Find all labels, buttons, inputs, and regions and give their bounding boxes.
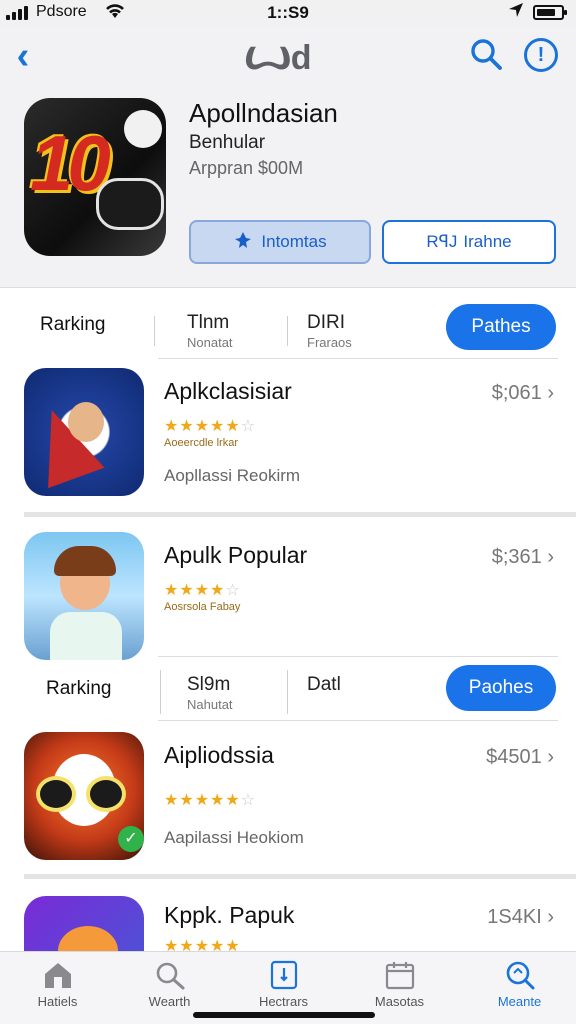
tab-discover[interactable]: Meante	[462, 952, 576, 1024]
list-item[interactable]: Aplkclasisiar ★★★★★☆ Aoeercdle lrkar Aop…	[0, 368, 576, 508]
star-rating: ★★★★★☆	[164, 790, 256, 810]
chevron-right-icon: ›	[547, 746, 554, 768]
tab-label: Wearth	[148, 994, 191, 1009]
list-item[interactable]: Apulk Popular ★★★★☆ Aosrsola Fabay $;361…	[0, 532, 576, 672]
star-rating: ★★★★★☆	[164, 416, 256, 436]
stars-empty: ☆	[225, 582, 241, 599]
install-button-label: Intomtas	[261, 232, 327, 251]
divider	[287, 670, 288, 714]
segment-date[interactable]: Datl	[307, 674, 341, 696]
divider	[287, 316, 288, 346]
back-chevron-icon[interactable]: ‹	[8, 34, 38, 78]
featured-app-subtitle: Benhular	[189, 132, 266, 153]
app-name: Kppk. Papuk	[164, 902, 295, 928]
segment-date-title: DIRI	[307, 312, 345, 333]
segment-time-sub: Nonatat	[187, 335, 233, 350]
divider	[154, 316, 155, 346]
segment-date[interactable]: DIRI Fraraos	[307, 312, 352, 350]
apps-icon	[268, 960, 300, 990]
search-icon	[154, 960, 186, 990]
app-price-value: $4501	[486, 746, 542, 768]
filter-row-bottom: Rarking Sl9m Nahutat Datl Paohes	[0, 656, 576, 724]
app-category: Aosrsola Fabay	[164, 601, 241, 613]
star-rating: ★★★★☆	[164, 580, 241, 600]
share-button-prefix: RꟼJ	[426, 232, 458, 251]
app-price[interactable]: $;061 ›	[492, 382, 554, 405]
featured-app-icon-art: 10	[30, 119, 111, 207]
ranking-label[interactable]: Rarking	[46, 678, 111, 700]
app-price-value: 1S4KI	[487, 906, 542, 928]
share-button[interactable]: RꟼJ Irahne	[382, 220, 556, 264]
battery-icon	[533, 5, 567, 20]
location-icon	[508, 2, 524, 22]
ranking-label[interactable]: Rarking	[40, 314, 105, 336]
star-rating: ★★★★★	[164, 936, 241, 951]
stars-filled: ★★★★★	[164, 792, 241, 809]
divider	[24, 512, 576, 517]
stars-filled: ★★★★★	[164, 418, 241, 435]
divider	[24, 874, 576, 879]
install-button[interactable]: Intomtas	[189, 220, 371, 264]
app-icon	[24, 368, 144, 496]
app-icon: ✓	[24, 732, 144, 860]
app-category: Aoeercdle lrkar	[164, 437, 238, 449]
tab-home[interactable]: Hatiels	[0, 952, 115, 1024]
chevron-right-icon: ›	[547, 546, 554, 568]
list-item[interactable]: ✓ Aipliodssia ★★★★★☆ Aapilassi Heokiom $…	[0, 732, 576, 872]
segment-date-sub: Fraraos	[307, 335, 352, 350]
store-logo: Ꙍd	[244, 39, 312, 77]
segment-time[interactable]: Tlnm Nonatat	[187, 312, 233, 350]
chevron-right-icon: ›	[547, 382, 554, 404]
segment-time-sub: Nahutat	[187, 697, 233, 712]
tab-label: Hectrars	[258, 994, 309, 1009]
stars-filled: ★★★★★	[164, 938, 241, 951]
filter-row-top: Rarking Tlnm Nonatat DIRI Fraraos Pathes	[0, 290, 576, 358]
app-description: Aapilassi Heokiom	[164, 828, 304, 847]
segment-date-title: Datl	[307, 674, 341, 695]
calendar-icon	[384, 960, 416, 990]
tab-label: Meante	[497, 994, 542, 1009]
app-header: ‹ Ꙍd ! 10 Apollndasian Benhular Arppran …	[0, 26, 576, 288]
home-icon	[42, 960, 74, 990]
app-store-icon	[233, 230, 253, 255]
home-indicator[interactable]	[193, 1012, 375, 1018]
clock: 1::S9	[267, 3, 309, 22]
list-item[interactable]: Kppk. Papuk ★★★★★ 1S4KI ›	[0, 896, 576, 951]
app-price-value: $;361	[491, 546, 542, 568]
divider	[160, 670, 161, 714]
status-bar: Pdsore 1::S9	[0, 0, 576, 26]
patches-pill-button[interactable]: Pathes	[446, 304, 556, 350]
featured-app-icon[interactable]: 10	[24, 98, 166, 256]
app-description: Aopllassi Reokirm	[164, 466, 301, 485]
app-price[interactable]: $;361 ›	[492, 546, 554, 569]
divider	[158, 358, 558, 359]
app-price-value: $;061	[491, 382, 542, 404]
featured-app-title: Apollndasian	[189, 98, 338, 128]
app-name: Aipliodssia	[164, 742, 274, 768]
featured-app-meta: Arppran $00M	[189, 158, 304, 178]
gamepad-graphic	[96, 178, 164, 230]
search-active-icon	[504, 960, 536, 990]
app-price[interactable]: $4501 ›	[486, 746, 554, 769]
app-price[interactable]: 1S4KI ›	[487, 906, 554, 929]
chevron-right-icon: ›	[547, 906, 554, 928]
segment-time-title: Sl9m	[187, 674, 231, 695]
app-name: Apulk Popular	[164, 542, 308, 568]
app-name: Aplkclasisiar	[164, 378, 292, 404]
search-icon[interactable]	[468, 36, 504, 72]
patches-pill-button[interactable]: Paohes	[446, 665, 556, 711]
stars-filled: ★★★★	[164, 582, 226, 599]
share-button-label: Irahne	[463, 232, 512, 251]
app-icon	[24, 896, 144, 951]
stars-empty: ☆	[240, 792, 257, 809]
tab-label: Hatiels	[37, 994, 78, 1009]
dice-graphic	[124, 110, 162, 148]
divider	[158, 720, 558, 721]
stars-empty: ☆	[240, 418, 257, 435]
tab-label: Masotas	[374, 994, 425, 1009]
segment-time-title: Tlnm	[187, 312, 230, 333]
app-icon	[24, 532, 144, 660]
info-icon[interactable]: !	[524, 38, 558, 72]
segment-time[interactable]: Sl9m Nahutat	[187, 674, 233, 712]
